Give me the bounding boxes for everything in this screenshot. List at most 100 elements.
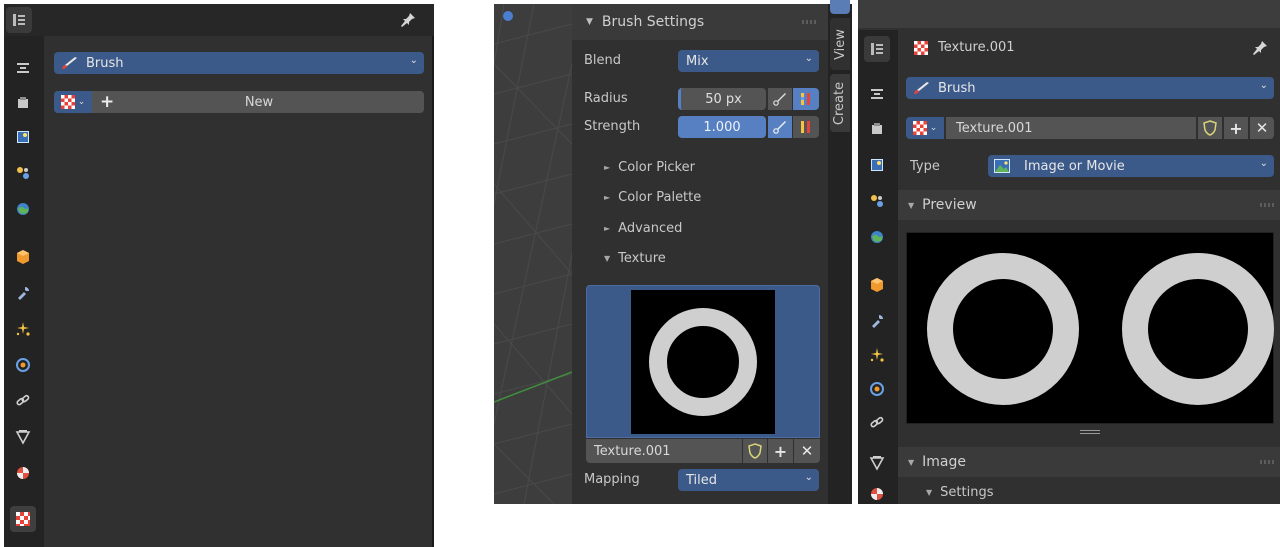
tool-tab[interactable] (10, 54, 36, 80)
texture-browse-button[interactable]: ⌄ (54, 91, 92, 113)
particles-tab[interactable] (864, 342, 890, 368)
strength-slider[interactable]: 1.000 (678, 116, 766, 138)
strength-label: Strength (584, 119, 641, 134)
chevron-down-icon: ⌄ (409, 55, 418, 66)
triangle-right-icon: ► (604, 193, 611, 202)
right-properties-editor: Texture.001 Brush ⌄ ⌄ Texture.001 + ✕ Ty… (858, 0, 1280, 504)
render-tab[interactable] (10, 90, 36, 116)
drag-grip-icon[interactable] (1260, 460, 1274, 464)
brush-context-label: Brush (86, 55, 124, 71)
properties-editor-type-icon[interactable] (864, 36, 890, 62)
drag-grip-icon[interactable] (802, 20, 816, 24)
triangle-down-icon: ▼ (604, 254, 611, 263)
texture-browse-button[interactable]: ⌄ (906, 117, 944, 139)
mapping-value: Tiled (686, 472, 718, 488)
triangle-down-icon: ▼ (908, 457, 915, 467)
texture-id-field[interactable]: Texture.001 (586, 439, 742, 463)
output-tab[interactable] (864, 152, 890, 178)
physics-tab[interactable] (10, 352, 36, 378)
texture-section[interactable]: ▼ Texture (604, 251, 666, 266)
blend-dropdown[interactable]: Mix ⌄ (678, 50, 819, 72)
world-tab[interactable] (10, 196, 36, 222)
settings-subsection[interactable]: ▼ Settings (926, 485, 993, 500)
right-top-strip (858, 0, 1280, 28)
pin-icon[interactable] (1252, 40, 1270, 58)
checker-texture-icon (912, 121, 927, 135)
world-tab[interactable] (864, 224, 890, 250)
particles-tab[interactable] (10, 316, 36, 342)
texture-name: Texture.001 (956, 120, 1033, 136)
constraints-tab[interactable] (864, 410, 890, 436)
object-tab[interactable] (10, 244, 36, 270)
new-texture-plus-icon[interactable]: + (1224, 117, 1248, 139)
modifiers-tab[interactable] (864, 308, 890, 334)
chevron-down-icon: ⌄ (1259, 158, 1268, 169)
chevron-down-icon: ⌄ (77, 97, 86, 107)
tool-tab[interactable] (864, 80, 890, 106)
brush-icon (60, 56, 78, 70)
radius-pressure-pen-icon[interactable] (768, 88, 792, 110)
fake-user-shield-icon[interactable] (1198, 117, 1222, 139)
render-tab[interactable] (864, 116, 890, 142)
material-tab[interactable] (10, 460, 36, 486)
data-tab[interactable] (864, 450, 890, 476)
strength-pressure-pen-icon[interactable] (768, 116, 792, 138)
left-properties-editor: Brush ⌄ ⌄ + New (4, 4, 434, 547)
fake-user-shield-icon[interactable] (743, 439, 767, 463)
side-tab-view[interactable]: View (830, 18, 850, 70)
color-palette-section[interactable]: ► Color Palette (604, 190, 701, 205)
side-tab-create[interactable]: Create (830, 74, 850, 132)
physics-tab[interactable] (864, 376, 890, 402)
chevron-down-icon: ⌄ (1259, 80, 1268, 91)
unlink-x-icon[interactable]: ✕ (1250, 117, 1274, 139)
drag-grip-icon[interactable] (1260, 203, 1274, 207)
sidebar-brush-panel: ▼ Brush Settings Blend Mix ⌄ Radius 50 p… (572, 4, 828, 504)
color-picker-section[interactable]: ► Color Picker (604, 160, 695, 175)
texture-tab[interactable] (10, 506, 36, 532)
checker-texture-icon (60, 95, 75, 109)
strength-unified-paint-icon[interactable] (793, 116, 819, 138)
advanced-section[interactable]: ► Advanced (604, 221, 682, 236)
checker-texture-icon (914, 40, 928, 55)
image-icon (994, 159, 1010, 173)
properties-editor-type-icon[interactable] (6, 7, 32, 33)
modifiers-tab[interactable] (10, 280, 36, 306)
blend-value: Mix (686, 53, 709, 69)
texture-type-dropdown[interactable]: Image or Movie ⌄ (988, 155, 1274, 177)
strength-value: 1.000 (703, 119, 741, 135)
new-texture-button[interactable]: + New (94, 91, 424, 113)
object-tab[interactable] (864, 272, 890, 298)
material-tab[interactable] (864, 484, 890, 504)
triangle-down-icon: ▼ (926, 488, 933, 497)
mapping-label: Mapping (584, 472, 640, 487)
blend-label: Blend (584, 53, 622, 68)
image-section-title[interactable]: ▼ Image (908, 454, 966, 470)
radius-field[interactable]: 50 px (678, 88, 766, 110)
view-layer-tab[interactable] (864, 188, 890, 214)
unlink-x-icon[interactable]: ✕ (794, 439, 820, 463)
output-tab[interactable] (10, 124, 36, 150)
viewport-3d[interactable] (494, 4, 572, 504)
texture-preview-image (631, 290, 775, 434)
view-layer-tab[interactable] (10, 160, 36, 186)
mapping-dropdown[interactable]: Tiled ⌄ (678, 469, 819, 491)
texture-preview-frame[interactable] (586, 285, 820, 438)
brush-settings-title[interactable]: ▼ Brush Settings (586, 14, 704, 30)
radius-unified-paint-icon[interactable] (793, 88, 819, 110)
chevron-down-icon: ⌄ (804, 53, 813, 64)
preview-image (906, 232, 1274, 424)
constraints-tab[interactable] (10, 388, 36, 414)
viewport-grid (494, 4, 572, 504)
texture-id-field[interactable]: Texture.001 (946, 117, 1196, 139)
new-texture-plus-icon[interactable]: + (768, 439, 793, 463)
preview-resize-handle[interactable] (1080, 430, 1100, 434)
data-tab[interactable] (10, 424, 36, 450)
left-tab-strip (4, 36, 44, 547)
preview-section-title[interactable]: ▼ Preview (908, 197, 977, 213)
brush-context-dropdown[interactable]: Brush ⌄ (54, 52, 424, 74)
new-button-label: New (244, 94, 274, 110)
brush-context-dropdown[interactable]: Brush ⌄ (906, 77, 1274, 99)
pin-icon[interactable] (400, 12, 418, 30)
triangle-down-icon: ▼ (586, 17, 593, 27)
side-tab-top-marker (830, 0, 850, 14)
